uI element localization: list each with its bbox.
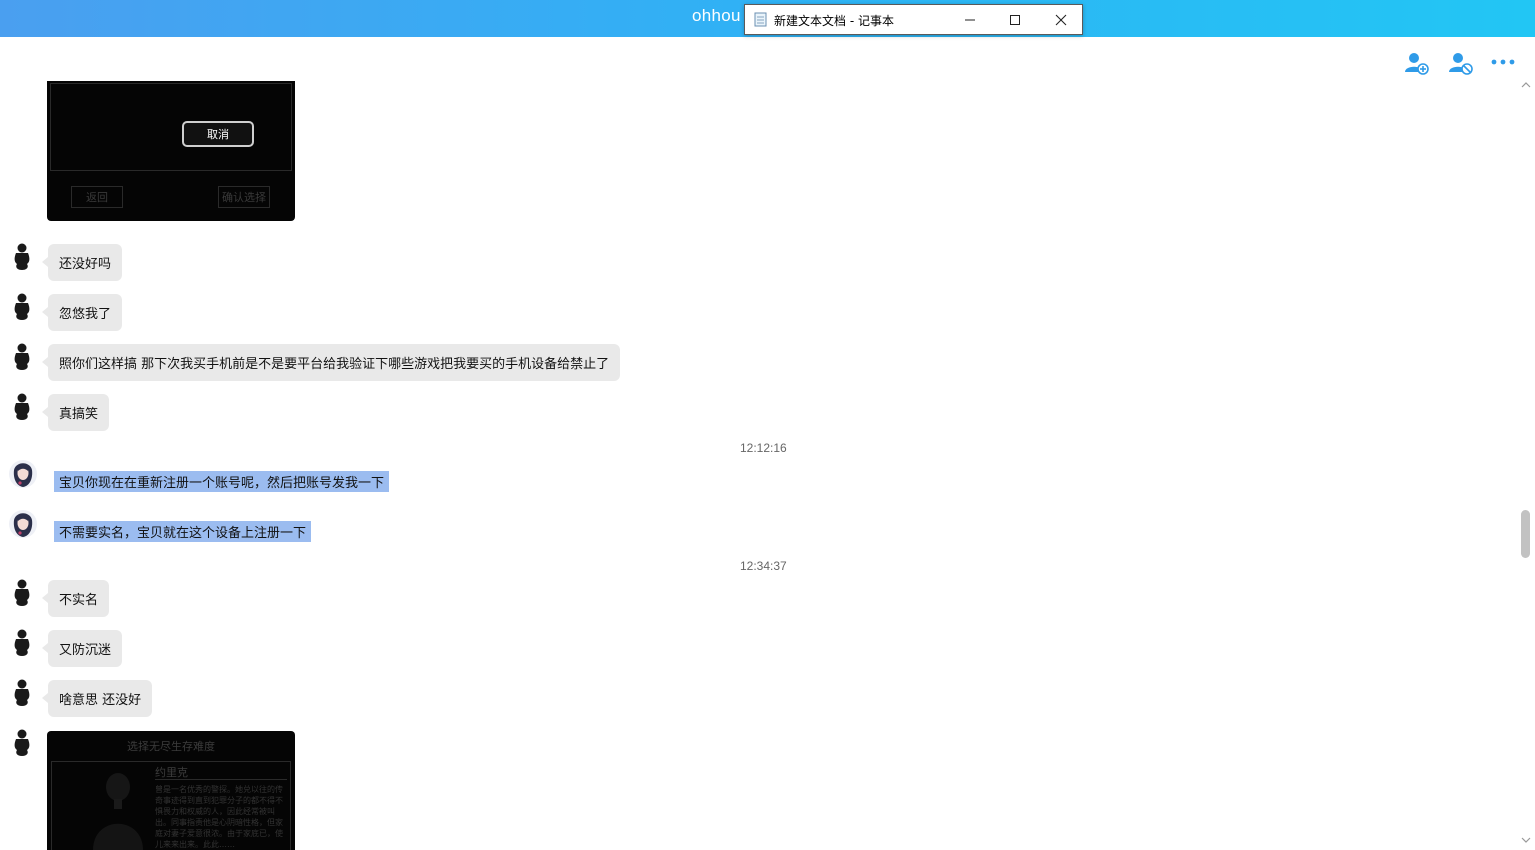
scroll-down-icon[interactable] [1519, 833, 1533, 847]
message-bubble[interactable]: 照你们这样搞 那下次我买手机前是不是要平台给我验证下哪些游戏把我要买的手机设备给… [41, 344, 621, 381]
message-bubble[interactable]: 不实名 [41, 580, 110, 617]
message-bubble[interactable]: 啥意思 还没好 [41, 680, 153, 717]
close-button[interactable] [1038, 5, 1083, 34]
notepad-icon [754, 12, 767, 27]
app-title: ohhou [692, 6, 741, 25]
selected-message-text[interactable]: 不需要实名，宝贝就在这个设备上注册一下 [54, 521, 312, 542]
name-divider [155, 779, 287, 780]
notepad-window[interactable]: 新建文本文档 - 记事本 [744, 4, 1083, 35]
dialog-frame [50, 83, 292, 171]
contact-avatar-icon[interactable] [8, 390, 38, 422]
minimize-button[interactable] [947, 5, 992, 34]
close-icon [1055, 14, 1066, 25]
add-user-icon[interactable] [1403, 50, 1429, 76]
image-message-top[interactable]: 取消 返回 确认选择 [47, 81, 295, 221]
maximize-icon [1009, 14, 1020, 25]
character-description: 曾是一名优秀的警探。她兑以往的传奇事迹得到直到犯罪分子的都不得不惧畏力和权威的人… [155, 785, 283, 849]
message-timestamp: 12:34:37 [740, 559, 787, 573]
contact-avatar-icon[interactable] [8, 290, 38, 322]
scrollbar-thumb[interactable] [1521, 510, 1530, 558]
contact-avatar-icon[interactable] [8, 576, 38, 608]
agent-avatar-icon[interactable] [8, 458, 38, 490]
confirm-button-in-image: 确认选择 [218, 186, 270, 208]
message-timestamp: 12:12:16 [740, 441, 787, 455]
block-user-icon[interactable] [1447, 50, 1473, 76]
character-portrait-icon [93, 773, 143, 850]
notepad-title: 新建文本文档 - 记事本 [774, 14, 894, 28]
contact-avatar-icon[interactable] [8, 240, 38, 272]
message-bubble[interactable]: 又防沉迷 [41, 630, 123, 667]
image-message-bottom[interactable]: 选择无尽生存难度 约里克 曾是一名优秀的警探。她兑以往的传奇事迹得到直到犯罪分子… [47, 731, 295, 850]
selected-message-text[interactable]: 宝贝你现在在重新注册一个账号呢，然后把账号发我一下 [54, 471, 390, 492]
image-heading: 选择无尽生存难度 [127, 740, 215, 753]
cancel-button-in-image: 取消 [182, 121, 254, 147]
maximize-button[interactable] [992, 5, 1037, 34]
scroll-up-icon[interactable] [1519, 78, 1533, 92]
agent-avatar-icon[interactable] [8, 508, 38, 540]
contact-avatar-icon[interactable] [8, 340, 38, 372]
contact-avatar-icon[interactable] [8, 726, 38, 758]
minimize-icon [964, 19, 975, 20]
contact-avatar-icon[interactable] [8, 626, 38, 658]
back-button-in-image: 返回 [71, 186, 123, 208]
contact-avatar-icon[interactable] [8, 676, 38, 708]
more-icon[interactable] [1490, 50, 1516, 76]
character-name: 约里克 [155, 766, 188, 779]
message-bubble[interactable]: 忽悠我了 [41, 294, 123, 331]
message-bubble[interactable]: 还没好吗 [41, 244, 123, 281]
message-bubble[interactable]: 真搞笑 [41, 394, 110, 431]
